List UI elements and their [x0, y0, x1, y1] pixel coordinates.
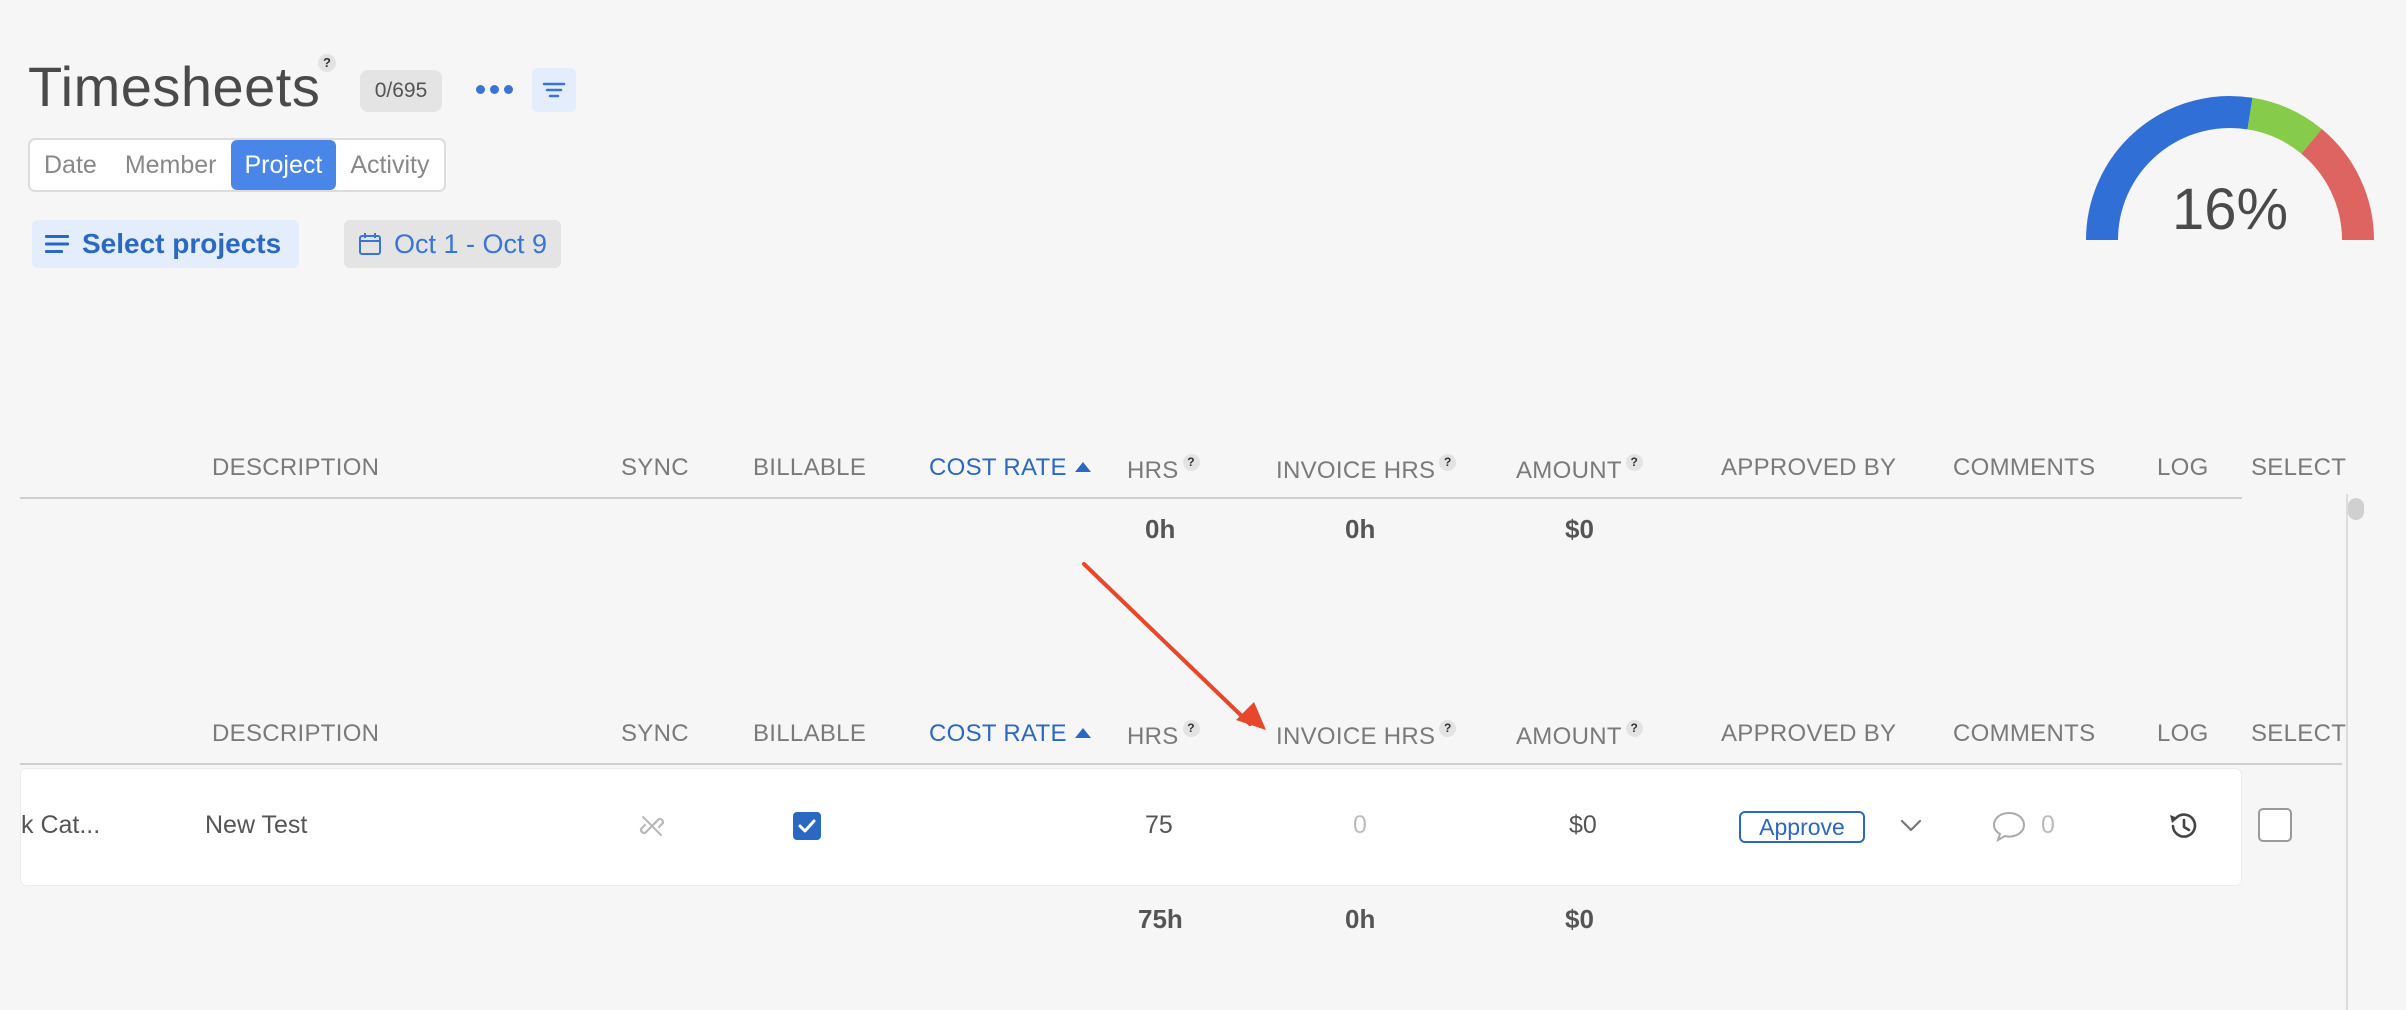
unlinked-icon[interactable] [639, 813, 665, 839]
comment-icon[interactable] [1991, 809, 2027, 843]
comments-count: 0 [2041, 811, 2055, 839]
view-tabs: Date Member Project Activity [28, 138, 446, 192]
total-amount: $0 [1565, 904, 1594, 934]
col-amount[interactable]: AMOUNT? [1516, 720, 1643, 751]
total-hrs: 75h [1138, 904, 1183, 934]
more-options-button[interactable] [474, 74, 514, 104]
total-invoice-hrs: 0h [1345, 514, 1376, 544]
list-icon [45, 235, 69, 253]
calendar-icon [359, 233, 381, 255]
count-badge: 0/695 [360, 70, 442, 112]
col-log[interactable]: LOG [2157, 720, 2209, 748]
history-icon[interactable] [2165, 809, 2201, 843]
hrs-cell: 75 [1145, 811, 1173, 839]
col-hrs[interactable]: HRS? [1127, 720, 1200, 751]
tab-project[interactable]: Project [230, 140, 337, 190]
col-comments[interactable]: COMMENTS [1953, 720, 2095, 748]
more-horizontal-icon [475, 84, 485, 94]
filter-icon [542, 82, 566, 98]
sort-ascending-icon [1074, 462, 1091, 472]
col-billable[interactable]: BILLABLE [753, 720, 866, 748]
col-select[interactable]: SELECT [2251, 454, 2346, 482]
divider [20, 497, 2242, 499]
tab-activity[interactable]: Activity [336, 140, 443, 190]
help-icon[interactable]: ? [1182, 454, 1200, 471]
help-icon[interactable]: ? [1439, 720, 1457, 737]
invoice-hrs-cell[interactable]: 0 [1353, 811, 1367, 840]
approve-button[interactable]: Approve [1739, 811, 1865, 843]
col-log[interactable]: LOG [2157, 454, 2209, 482]
sort-ascending-icon [1074, 728, 1091, 738]
billable-checkbox[interactable] [793, 812, 821, 840]
row-select-checkbox[interactable] [2258, 808, 2292, 842]
col-amount[interactable]: AMOUNT? [1516, 454, 1643, 485]
select-projects-label: Select projects [82, 228, 282, 259]
col-comments[interactable]: COMMENTS [1953, 454, 2095, 482]
divider [20, 763, 2342, 765]
check-icon [798, 819, 816, 833]
title-help-icon[interactable]: ? [318, 54, 336, 72]
col-cost-rate[interactable]: COST RATE [929, 720, 1091, 748]
amount-cell: $0 [1569, 811, 1597, 839]
col-select[interactable]: SELECT [2251, 720, 2346, 748]
col-invoice-hrs[interactable]: INVOICE HRS? [1276, 720, 1457, 751]
col-approved-by[interactable]: APPROVED BY [1721, 720, 1896, 748]
col-invoice-hrs[interactable]: INVOICE HRS? [1276, 454, 1457, 485]
col-sync[interactable]: SYNC [621, 454, 689, 482]
tab-date[interactable]: Date [30, 140, 111, 190]
select-projects-button[interactable]: Select projects [32, 220, 300, 268]
col-description[interactable]: DESCRIPTION [212, 720, 379, 748]
col-billable[interactable]: BILLABLE [753, 454, 866, 482]
gauge-segment-1 [2247, 97, 2322, 154]
help-icon[interactable]: ? [1182, 720, 1200, 737]
col-description[interactable]: DESCRIPTION [212, 454, 379, 482]
chevron-down-icon[interactable] [1899, 815, 1923, 835]
help-icon[interactable]: ? [1625, 454, 1643, 471]
total-hrs: 0h [1145, 514, 1176, 544]
date-range-label: Oct 1 - Oct 9 [394, 228, 548, 259]
col-cost-rate[interactable]: COST RATE [929, 454, 1091, 482]
col-sync[interactable]: SYNC [621, 720, 689, 748]
total-invoice-hrs: 0h [1345, 904, 1376, 934]
total-amount: $0 [1565, 514, 1594, 544]
help-icon[interactable]: ? [1625, 720, 1643, 737]
table-row[interactable]: k Cat... New Test 75 0 $0 Approve 0 [20, 768, 2242, 886]
page-title: Timesheets [28, 55, 321, 118]
description-cell: New Test [205, 811, 308, 839]
table-header: DESCRIPTION SYNC BILLABLE COST RATE HRS?… [20, 442, 2346, 496]
help-icon[interactable]: ? [1439, 454, 1457, 471]
project-cell: k Cat... [21, 811, 101, 839]
gauge-percent: 16% [2171, 177, 2289, 242]
date-range-button[interactable]: Oct 1 - Oct 9 [344, 220, 562, 268]
table-header: DESCRIPTION SYNC BILLABLE COST RATE HRS?… [20, 708, 2346, 762]
scrollbar-track[interactable] [2346, 494, 2348, 1010]
filter-button[interactable] [532, 68, 576, 112]
tab-member[interactable]: Member [111, 140, 231, 190]
col-hrs[interactable]: HRS? [1127, 454, 1200, 485]
col-approved-by[interactable]: APPROVED BY [1721, 454, 1896, 482]
scrollbar-thumb[interactable] [2348, 498, 2364, 520]
